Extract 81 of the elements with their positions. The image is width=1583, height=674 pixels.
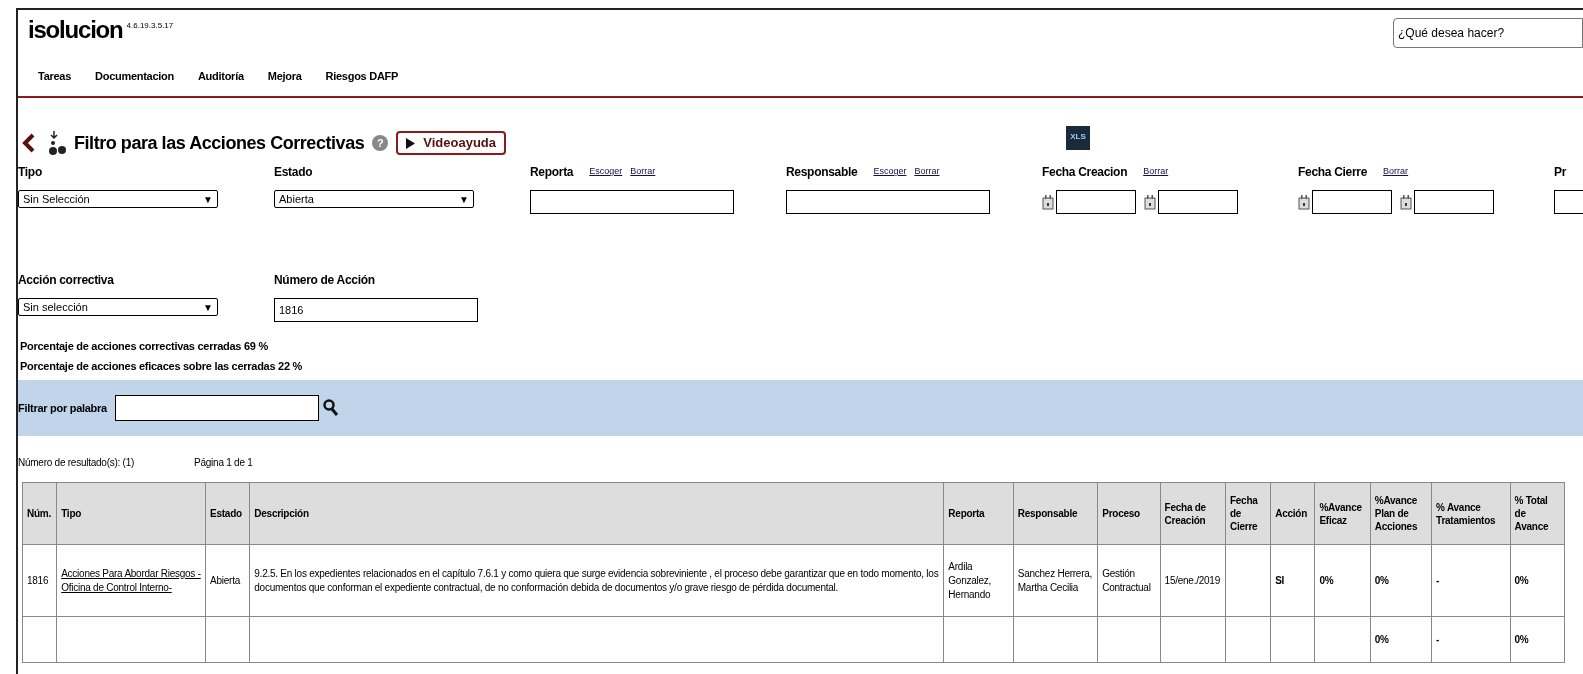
table-cell: 9.2.5. En los expedientes relacionados en el capítulo 7.6.1 y como quiera que surge evidencia sobreviniente , el proceso debe garantizar que en todo momento, los documentos que conforman el expediente contractual, de no conformación debida de documentos y/o grave riesgo de pérdida documental. — [249, 544, 944, 617]
column-header: Fecha de Cierre — [1225, 482, 1271, 545]
table-cell: - — [1431, 544, 1511, 617]
filter-link[interactable]: Borrar — [630, 165, 656, 179]
column-header: Acción — [1270, 482, 1315, 545]
filter-link[interactable]: Borrar — [1143, 165, 1169, 179]
logo: isolucion — [28, 18, 123, 42]
column-header: % Total de Avance — [1510, 482, 1565, 545]
calendar-icon[interactable] — [1144, 194, 1156, 210]
nav-item[interactable]: Documentacion — [95, 67, 174, 85]
column-header: Proceso — [1097, 482, 1161, 545]
filter-label: Filtrar por palabra — [18, 400, 107, 416]
filter-label: Número de Acción — [274, 272, 375, 289]
table-cell: 0% — [1510, 544, 1565, 617]
filter-label: Acción correctiva — [18, 272, 114, 289]
date-field[interactable] — [1056, 190, 1136, 214]
column-header: % Avance Tratamientos — [1431, 482, 1511, 545]
search-field[interactable]: ¿Qué desea hacer? — [1393, 18, 1583, 48]
date-field[interactable] — [1158, 190, 1238, 214]
result-count: Número de resultado(s): (1) — [18, 455, 135, 470]
calendar-icon[interactable] — [1042, 194, 1054, 210]
page-indicator: Página 1 de 1 — [194, 455, 253, 470]
table-cell: SI — [1270, 544, 1315, 617]
input-field[interactable] — [786, 190, 990, 214]
video-help-button[interactable]: Videoayuda — [396, 131, 506, 155]
input-field[interactable] — [530, 190, 734, 214]
table-cell: 0% — [1314, 544, 1371, 617]
date-field[interactable] — [1312, 190, 1392, 214]
stat-text: Porcentaje de acciones eficaces sobre las cerradas 22 % — [20, 359, 304, 374]
filter-link[interactable]: Borrar — [914, 165, 940, 179]
filter-link[interactable]: Escoger — [589, 165, 623, 179]
calendar-icon[interactable] — [1400, 194, 1412, 210]
input-field[interactable]: 1816 — [274, 298, 478, 322]
table-cell: Ardila Gonzalez, Hernando — [943, 544, 1014, 617]
search-icon[interactable] — [322, 399, 339, 417]
select-field[interactable]: Sin Selección ▼ — [18, 190, 218, 208]
filter-people-icon — [48, 130, 66, 156]
column-header: Fecha de Creación — [1160, 482, 1226, 545]
xls-export-icon[interactable]: XLS — [1066, 126, 1090, 150]
column-header: Estado — [205, 482, 250, 545]
nav-item[interactable]: Mejora — [267, 67, 302, 85]
column-header: Núm. — [22, 482, 57, 545]
date-field[interactable] — [1414, 190, 1494, 214]
filter-label: Fecha Creacion — [1042, 164, 1128, 181]
word-filter-field[interactable] — [114, 395, 319, 421]
filter-link[interactable]: Escoger — [873, 165, 907, 179]
column-header: Tipo — [56, 482, 206, 545]
nav-item[interactable]: Tareas — [38, 67, 71, 85]
filter-label: Fecha Cierre — [1298, 164, 1368, 181]
table-cell: 0% — [1510, 616, 1565, 663]
table-cell: Gestión Contractual — [1097, 544, 1161, 617]
nav-item[interactable]: Auditoría — [197, 67, 244, 85]
page-title: Filtro para las Acciones Correctivas — [74, 131, 365, 155]
table-cell: Abierta — [205, 544, 250, 617]
table-cell: 1816 — [22, 544, 57, 617]
stat-text: Porcentaje de acciones correctivas cerradas 69 % — [20, 339, 269, 354]
calendar-icon[interactable] — [1298, 194, 1310, 210]
select-field[interactable]: Sin selección ▼ — [18, 298, 218, 316]
filter-label: Tipo — [18, 164, 42, 181]
filter-label: Pr — [1554, 164, 1567, 181]
column-header: Descripción — [249, 482, 944, 545]
table-cell: 15/ene./2019 — [1160, 544, 1226, 617]
help-icon[interactable]: ? — [372, 135, 389, 151]
column-header: %Avance Plan de Acciones — [1370, 482, 1432, 545]
filter-label: Reporta — [530, 164, 574, 181]
play-icon — [406, 137, 416, 149]
back-icon[interactable] — [22, 133, 36, 153]
table-cell: 0% — [1370, 544, 1432, 617]
column-header: %Avance Eficaz — [1314, 482, 1371, 545]
filter-link[interactable]: Borrar — [1383, 165, 1409, 179]
table-cell: 0% — [1370, 616, 1432, 663]
nav-item[interactable]: Riesgos DAFP — [325, 67, 399, 85]
table-cell: Sanchez Herrera, Martha Cecilia — [1013, 544, 1098, 617]
type-link[interactable]: Acciones Para Abordar Riesgos -Oficina de Control Interno- — [56, 544, 206, 617]
table-cell: - — [1431, 616, 1511, 663]
column-header: Reporta — [943, 482, 1014, 545]
filter-label: Responsable — [786, 164, 858, 181]
version-text: 4.6.19.3.5.17 — [126, 20, 174, 32]
column-header: Responsable — [1013, 482, 1098, 545]
select-field[interactable]: Abierta ▼ — [274, 190, 474, 208]
filter-label: Estado — [274, 164, 313, 181]
